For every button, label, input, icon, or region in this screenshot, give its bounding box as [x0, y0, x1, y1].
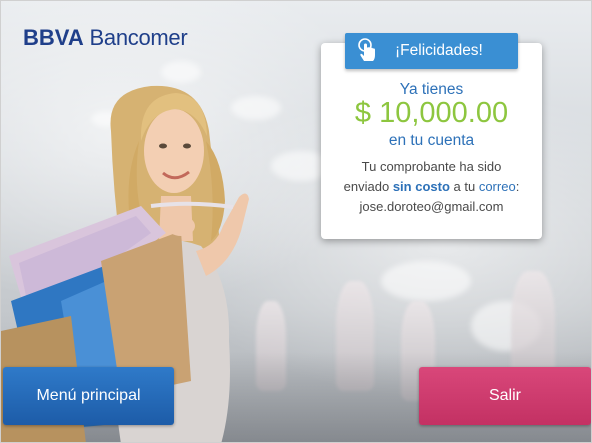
- logo-bold: BBVA: [23, 25, 84, 50]
- msg-line-1: Tu comprobante ha sido: [361, 159, 502, 174]
- confirmation-card: ¡Felicidades! Ya tienes $ 10,000.00 en t…: [321, 33, 542, 239]
- logo-regular: Bancomer: [83, 25, 188, 50]
- msg-line-2: enviado sin costo a tu correo:: [321, 177, 542, 197]
- touch-hand-icon: [358, 38, 375, 61]
- amount-value: $ 10,000.00: [354, 97, 509, 129]
- bbva-bancomer-logo: BBVA Bancomer: [23, 25, 188, 51]
- main-menu-button[interactable]: Menú principal: [3, 367, 174, 425]
- msg-text: :: [515, 179, 520, 194]
- kiosk-screen: BBVA Bancomer ¡Felicidades! Ya tienes $ …: [0, 0, 592, 443]
- msg-text: enviado: [343, 179, 393, 194]
- line-en-tu-cuenta: en tu cuenta: [388, 132, 475, 149]
- highlight-sin-costo: sin costo: [392, 179, 450, 194]
- exit-button[interactable]: Salir: [419, 367, 591, 425]
- email-address: jose.doroteo@gmail.com: [359, 199, 504, 214]
- receipt-message: Tu comprobante ha sido enviado sin costo…: [321, 157, 542, 217]
- card-header: ¡Felicidades!: [345, 33, 518, 69]
- highlight-correo: correo: [478, 179, 516, 194]
- msg-text: a tu: [449, 179, 479, 194]
- card-header-title: ¡Felicidades!: [395, 42, 483, 59]
